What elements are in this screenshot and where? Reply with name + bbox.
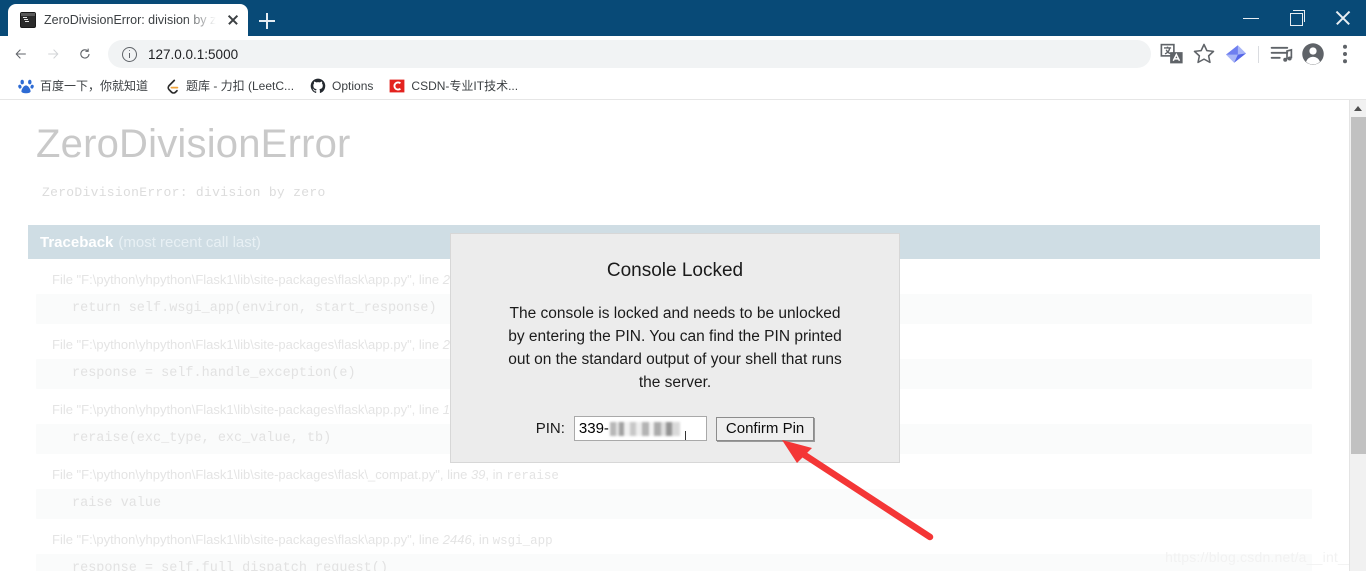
info-circle-icon[interactable] xyxy=(122,46,137,62)
traceback-file-path: File "F:\python\yhpython\Flask1\lib\site… xyxy=(52,272,443,287)
bookmark-item-baidu[interactable]: 百度一下，你就知道 xyxy=(10,75,156,96)
playlist-glyph xyxy=(1270,46,1293,62)
github-glyph xyxy=(310,78,326,93)
bookmark-label: CSDN-专业IT技术... xyxy=(411,79,519,93)
csdn-icon xyxy=(389,78,405,94)
pin-label: PIN: xyxy=(535,420,565,437)
tab-strip: ZeroDivisionError: division by zero xyxy=(0,0,284,36)
media-playlist-icon[interactable] xyxy=(1266,39,1296,69)
traceback-line-number: 39 xyxy=(470,467,486,482)
traceback-in: , in xyxy=(485,467,507,482)
more-glyph xyxy=(1343,44,1347,64)
reload-icon[interactable] xyxy=(70,39,102,69)
traceback-header-rest: (most recent call last) xyxy=(118,233,261,251)
forward-arrow-icon[interactable] xyxy=(38,39,70,69)
pin-input[interactable]: 339- xyxy=(573,416,707,441)
traceback-file-path: File "F:\python\yhpython\Flask1\lib\site… xyxy=(52,402,443,417)
scrollbar-thumb[interactable] xyxy=(1351,117,1366,454)
pin-input-value: 339- xyxy=(578,420,609,437)
traceback-file-line: File "F:\python\yhpython\Flask1\lib\site… xyxy=(28,525,1320,554)
close-icon[interactable] xyxy=(224,11,242,29)
translate-glyph xyxy=(1160,43,1183,64)
bookmark-item-options[interactable]: Options xyxy=(302,76,381,96)
bookmark-item-csdn[interactable]: CSDN-专业IT技术... xyxy=(381,75,526,96)
console-locked-dialog: Console Locked The console is locked and… xyxy=(450,233,900,463)
back-arrow-icon[interactable] xyxy=(6,39,38,69)
traceback-frame: File "F:\python\yhpython\Flask1\lib\site… xyxy=(28,519,1320,571)
profile-avatar-icon[interactable] xyxy=(1298,39,1328,69)
browser-toolbar: 127.0.0.1:5000 xyxy=(0,36,1366,72)
more-menu-icon[interactable] xyxy=(1330,39,1360,69)
scroll-up-icon[interactable] xyxy=(1350,100,1366,117)
bookmarks-bar: 百度一下，你就知道 题库 - 力扣 (LeetC... Options CSDN… xyxy=(0,72,1366,100)
traceback-file-path: File "F:\python\yhpython\Flask1\lib\site… xyxy=(52,337,443,352)
traceback-in: , in xyxy=(471,532,493,547)
confirm-pin-button[interactable]: Confirm Pin xyxy=(715,416,815,441)
pin-redacted-blur xyxy=(609,421,680,436)
baidu-icon xyxy=(18,78,34,94)
toolbar-actions xyxy=(1157,39,1360,69)
traceback-code-line: response = self.full_dispatch_request() xyxy=(36,554,1312,571)
traceback-file-path: File "F:\python\yhpython\Flask1\lib\site… xyxy=(52,532,443,547)
url-text: 127.0.0.1:5000 xyxy=(148,46,239,62)
bookmark-star-icon[interactable] xyxy=(1189,39,1219,69)
bookmark-label: Options xyxy=(332,78,374,93)
restore-icon[interactable] xyxy=(1274,0,1320,36)
toolbar-divider xyxy=(1258,45,1259,63)
tab-title: ZeroDivisionError: division by zero xyxy=(44,13,216,27)
traceback-code-line: raise value xyxy=(36,489,1312,519)
leetcode-glyph xyxy=(167,79,179,94)
bookmark-item-leetcode[interactable]: 题库 - 力扣 (LeetC... xyxy=(156,75,302,96)
dialog-title: Console Locked xyxy=(606,260,744,281)
dialog-body: The console is locked and needs to be un… xyxy=(508,305,842,391)
error-subtitle: ZeroDivisionError: division by zero xyxy=(42,185,326,200)
avatar-glyph xyxy=(1302,43,1324,65)
page-title: ZeroDivisionError xyxy=(36,122,351,166)
traceback-function-name: wsgi_app xyxy=(492,534,553,548)
star-glyph xyxy=(1193,43,1215,64)
page-scrollbar[interactable] xyxy=(1349,100,1366,571)
window-controls xyxy=(1228,0,1366,36)
browser-titlebar: ZeroDivisionError: division by zero xyxy=(0,0,1366,36)
traceback-line-number: 2446 xyxy=(442,532,472,547)
traceback-file-path: File "F:\python\yhpython\Flask1\lib\site… xyxy=(52,467,471,482)
traceback-header-bold: Traceback xyxy=(40,233,114,251)
text-caret xyxy=(684,431,686,440)
console-icon xyxy=(20,12,36,28)
browser-tab[interactable]: ZeroDivisionError: division by zero xyxy=(8,4,248,36)
traceback-frame: File "F:\python\yhpython\Flask1\lib\site… xyxy=(28,454,1320,519)
baidu-glyph xyxy=(18,79,34,93)
close-icon[interactable] xyxy=(1320,0,1366,36)
reload-glyph xyxy=(80,48,90,59)
browser-window: ZeroDivisionError: division by zero 127.… xyxy=(0,0,1366,571)
extension-icon[interactable] xyxy=(1221,39,1251,69)
leetcode-icon xyxy=(164,78,180,94)
bookmark-label: 百度一下，你就知道 xyxy=(40,79,149,93)
csdn-glyph xyxy=(390,79,405,92)
translate-icon[interactable] xyxy=(1157,39,1187,69)
watermark: https://blog.csdn.net/a__int__ xyxy=(1165,549,1354,565)
traceback-function-name: reraise xyxy=(506,469,559,483)
new-tab-icon[interactable] xyxy=(250,6,284,36)
traceback-file-line: File "F:\python\yhpython\Flask1\lib\site… xyxy=(28,460,1320,489)
pin-form: PIN: 339- Confirm Pin xyxy=(451,416,899,441)
forward-arrow-glyph xyxy=(48,49,59,59)
minimize-icon[interactable] xyxy=(1228,0,1274,36)
bookmark-label: 题库 - 力扣 (LeetC... xyxy=(186,79,295,93)
extension-glyph xyxy=(1226,45,1246,63)
back-arrow-glyph xyxy=(15,49,26,59)
address-bar[interactable]: 127.0.0.1:5000 xyxy=(108,40,1151,68)
github-icon xyxy=(310,78,326,94)
